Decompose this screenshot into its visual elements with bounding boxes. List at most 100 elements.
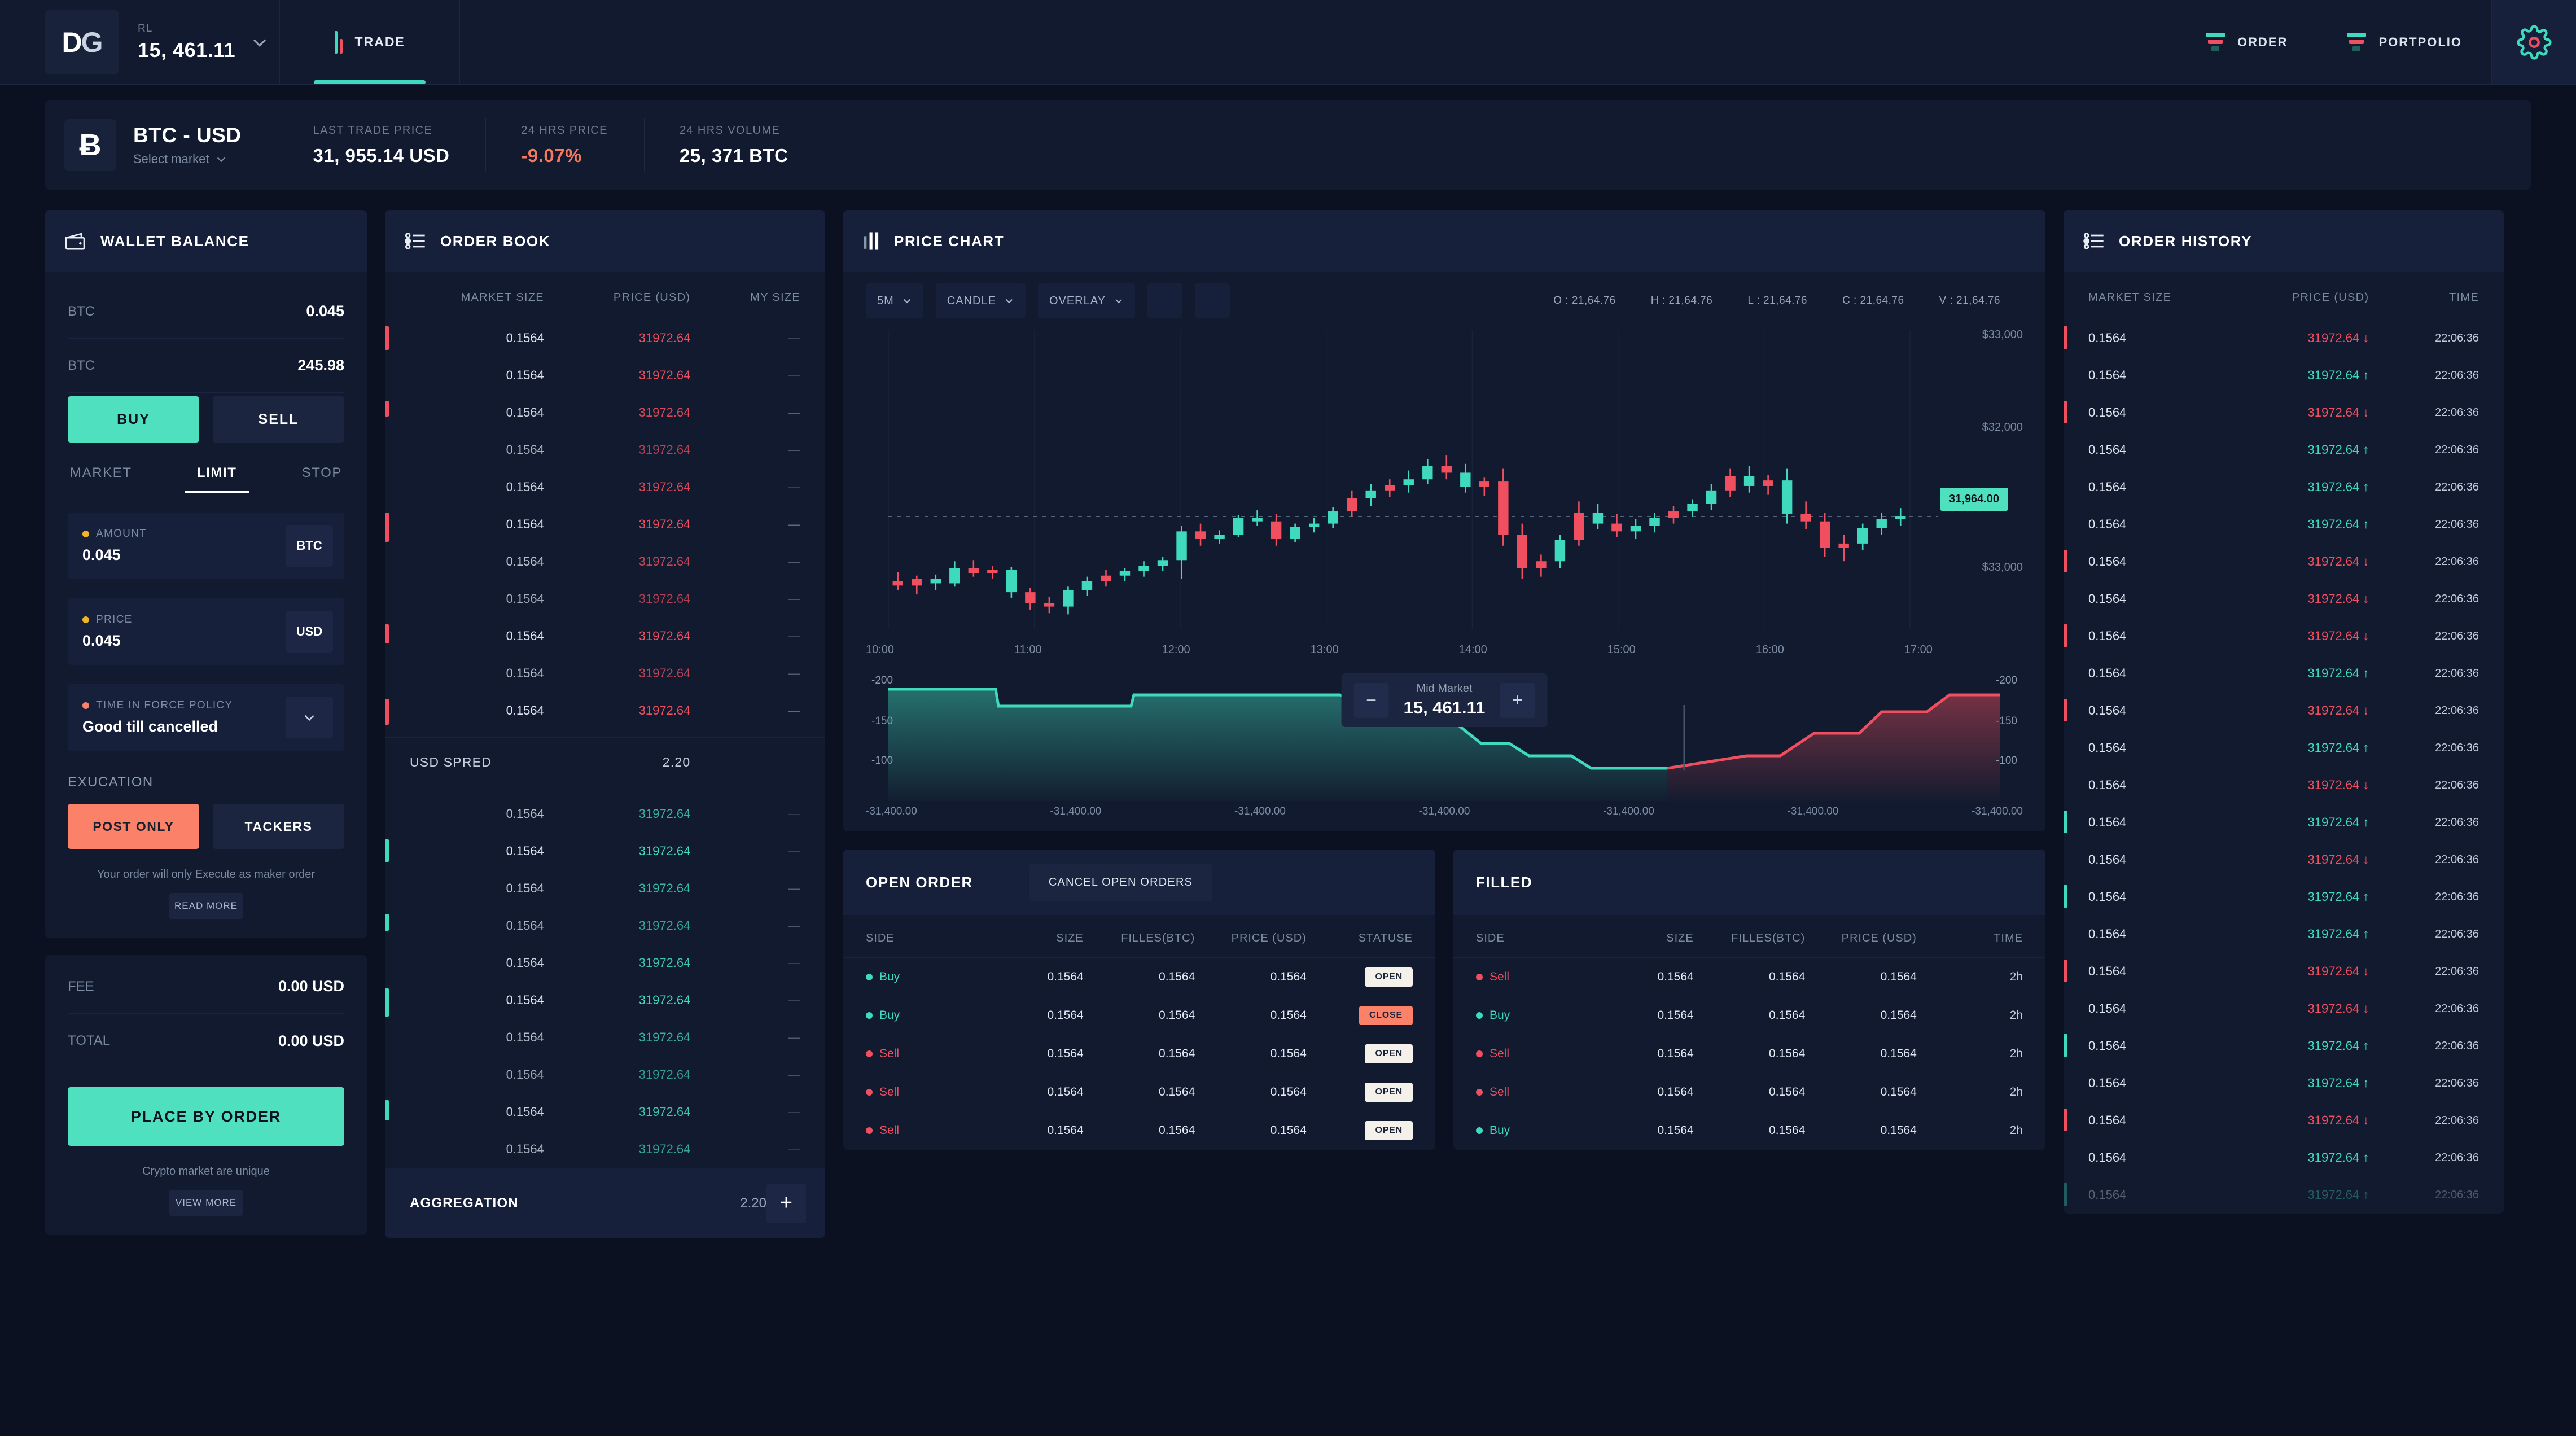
cancel-open-orders-button[interactable]: CANCEL OPEN ORDERS: [1029, 863, 1212, 901]
order-history-row[interactable]: 0.1564 31972.64 ↓ 22:06:36: [2064, 1102, 2504, 1139]
table-row[interactable]: Buy 0.1564 0.1564 0.1564 2h: [1453, 996, 2045, 1035]
select-market-row[interactable]: Select market: [133, 152, 242, 167]
order-history-row[interactable]: 0.1564 31972.64 ↓ 22:06:36: [2064, 618, 2504, 655]
interval-dropdown[interactable]: 5M: [866, 283, 923, 318]
portfolio-nav-button[interactable]: PORTPOLIO: [2317, 0, 2491, 84]
rl-balance-block[interactable]: RL 15, 461.11: [119, 0, 250, 84]
order-history-row[interactable]: 0.1564 31972.64 ↓ 22:06:36: [2064, 767, 2504, 804]
order-history-row[interactable]: 0.1564 31972.64 ↓ 22:06:36: [2064, 580, 2504, 618]
order-history-row[interactable]: 0.1564 31972.64 ↑ 22:06:36: [2064, 469, 2504, 506]
order-book-row[interactable]: 0.1564 31972.64 —: [385, 692, 825, 729]
order-book-row[interactable]: 0.1564 31972.64 —: [385, 655, 825, 692]
order-book-row[interactable]: 0.1564 31972.64 —: [385, 870, 825, 907]
status-badge[interactable]: OPEN: [1365, 1044, 1413, 1063]
order-book-row[interactable]: 0.1564 31972.64 —: [385, 319, 825, 357]
table-row[interactable]: Sell 0.1564 0.1564 0.1564 OPEN: [843, 1035, 1435, 1073]
order-history-row[interactable]: 0.1564 31972.64 ↑ 22:06:36: [2064, 916, 2504, 953]
market-pair-selector[interactable]: BTC - USD Select market: [116, 124, 242, 167]
table-row[interactable]: Sell 0.1564 0.1564 0.1564 2h: [1453, 1073, 2045, 1111]
order-history-row[interactable]: 0.1564 31972.64 ↑ 22:06:36: [2064, 804, 2504, 841]
order-nav-button[interactable]: ORDER: [2175, 0, 2317, 84]
status-badge[interactable]: OPEN: [1365, 1121, 1413, 1140]
order-book-row[interactable]: 0.1564 31972.64 —: [385, 982, 825, 1019]
order-history-row[interactable]: 0.1564 31972.64 ↑ 22:06:36: [2064, 729, 2504, 767]
read-more-button[interactable]: READ MORE: [169, 893, 243, 919]
order-history-row[interactable]: 0.1564 31972.64 ↑ 22:06:36: [2064, 1027, 2504, 1065]
tackers-button[interactable]: TACKERS: [213, 804, 344, 849]
order-book-row[interactable]: 0.1564 31972.64 —: [385, 944, 825, 982]
order-history-row[interactable]: 0.1564 31972.64 ↓ 22:06:36: [2064, 319, 2504, 357]
side-dot: [1476, 974, 1483, 980]
order-book-row[interactable]: 0.1564 31972.64 —: [385, 357, 825, 394]
order-history-row[interactable]: 0.1564 31972.64 ↑ 22:06:36: [2064, 1176, 2504, 1214]
tif-dropdown-toggle[interactable]: [286, 697, 333, 738]
order-book-row[interactable]: 0.1564 31972.64 —: [385, 506, 825, 543]
table-row[interactable]: Buy 0.1564 0.1564 0.1564 OPEN: [843, 958, 1435, 996]
order-book-row[interactable]: 0.1564 31972.64 —: [385, 580, 825, 618]
tab-limit[interactable]: LIMIT: [184, 465, 249, 493]
amount-unit[interactable]: BTC: [286, 525, 333, 567]
row-filled: 0.1564: [1769, 1047, 1806, 1060]
order-history-row[interactable]: 0.1564 31972.64 ↑ 22:06:36: [2064, 357, 2504, 394]
table-row[interactable]: Sell 0.1564 0.1564 0.1564 2h: [1453, 958, 2045, 996]
order-book-row[interactable]: 0.1564 31972.64 —: [385, 469, 825, 506]
order-history-row[interactable]: 0.1564 31972.64 ↑ 22:06:36: [2064, 1139, 2504, 1176]
order-history-row[interactable]: 0.1564 31972.64 ↑ 22:06:36: [2064, 506, 2504, 543]
order-book-row[interactable]: 0.1564 31972.64 —: [385, 1019, 825, 1056]
order-history-row[interactable]: 0.1564 31972.64 ↑ 22:06:36: [2064, 431, 2504, 469]
order-history-row[interactable]: 0.1564 31972.64 ↓ 22:06:36: [2064, 692, 2504, 729]
price-field[interactable]: PRICE 0.045 USD: [68, 598, 344, 665]
order-book-row[interactable]: 0.1564 31972.64 —: [385, 907, 825, 944]
order-history-row[interactable]: 0.1564 31972.64 ↓ 22:06:36: [2064, 953, 2504, 990]
table-row[interactable]: Buy 0.1564 0.1564 0.1564 2h: [1453, 1111, 2045, 1150]
overlay-dropdown[interactable]: OVERLAY: [1037, 283, 1135, 318]
order-book-row[interactable]: 0.1564 31972.64 —: [385, 1131, 825, 1168]
tab-trade[interactable]: TRADE: [279, 0, 461, 84]
buy-button[interactable]: BUY: [68, 396, 199, 443]
order-book-row[interactable]: 0.1564 31972.64 —: [385, 431, 825, 469]
status-badge[interactable]: OPEN: [1365, 967, 1413, 987]
view-more-button[interactable]: VIEW MORE: [169, 1190, 243, 1216]
post-only-button[interactable]: POST ONLY: [68, 804, 199, 849]
order-history-row[interactable]: 0.1564 31972.64 ↑ 22:06:36: [2064, 878, 2504, 916]
candlestick-chart[interactable]: $33,000 $32,000 31,964.00 $33,000: [866, 324, 2023, 640]
order-history-row[interactable]: 0.1564 31972.64 ↓ 22:06:36: [2064, 543, 2504, 580]
status-badge[interactable]: OPEN: [1365, 1083, 1413, 1102]
chart-type-dropdown[interactable]: CANDLE: [935, 283, 1026, 318]
order-book-row[interactable]: 0.1564 31972.64 —: [385, 543, 825, 580]
mid-market-increase-button[interactable]: +: [1500, 682, 1535, 718]
amount-field[interactable]: AMOUNT 0.045 BTC: [68, 513, 344, 579]
order-history-row[interactable]: 0.1564 31972.64 ↑ 22:06:36: [2064, 655, 2504, 692]
place-order-button[interactable]: PLACE BY ORDER: [68, 1087, 344, 1146]
chevron-down-icon[interactable]: [250, 0, 279, 84]
table-row[interactable]: Buy 0.1564 0.1564 0.1564 CLOSE: [843, 996, 1435, 1035]
time-in-force-field[interactable]: TIME IN FORCE POLICY Good till cancelled: [68, 684, 344, 751]
order-history-row[interactable]: 0.1564 31972.64 ↓ 22:06:36: [2064, 394, 2504, 431]
order-book-row[interactable]: 0.1564 31972.64 —: [385, 394, 825, 431]
settings-button[interactable]: [2491, 0, 2576, 84]
depth-chart[interactable]: -200 -150 -100 -200 -150 -100 − Mid Mark…: [866, 671, 2023, 801]
order-book-row[interactable]: 0.1564 31972.64 —: [385, 833, 825, 870]
order-book-row[interactable]: 0.1564 31972.64 —: [385, 618, 825, 655]
chart-tool-button-2[interactable]: [1194, 283, 1230, 318]
chart-tool-button-1[interactable]: [1147, 283, 1182, 318]
table-row[interactable]: Sell 0.1564 0.1564 0.1564 OPEN: [843, 1111, 1435, 1150]
order-history-row[interactable]: 0.1564 31972.64 ↓ 22:06:36: [2064, 990, 2504, 1027]
status-badge[interactable]: CLOSE: [1359, 1006, 1413, 1025]
row-filled: 0.1564: [1159, 1009, 1195, 1022]
price-unit[interactable]: USD: [286, 611, 333, 653]
aggregation-increase-button[interactable]: +: [766, 1183, 806, 1223]
order-history-row[interactable]: 0.1564 31972.64 ↑ 22:06:36: [2064, 1065, 2504, 1102]
tab-market[interactable]: MARKET: [70, 465, 132, 493]
order-book-row[interactable]: 0.1564 31972.64 —: [385, 1093, 825, 1131]
order-book-row[interactable]: 0.1564 31972.64 —: [385, 1056, 825, 1093]
app-logo[interactable]: DG: [45, 10, 119, 74]
order-book-row[interactable]: 0.1564 31972.64 —: [385, 795, 825, 833]
table-row[interactable]: Sell 0.1564 0.1564 0.1564 OPEN: [843, 1073, 1435, 1111]
row-price: 31972.64: [638, 331, 691, 345]
tab-stop[interactable]: STOP: [302, 465, 342, 493]
sell-button[interactable]: SELL: [213, 396, 344, 443]
mid-market-decrease-button[interactable]: −: [1353, 682, 1389, 718]
order-history-row[interactable]: 0.1564 31972.64 ↓ 22:06:36: [2064, 841, 2504, 878]
table-row[interactable]: Sell 0.1564 0.1564 0.1564 2h: [1453, 1035, 2045, 1073]
